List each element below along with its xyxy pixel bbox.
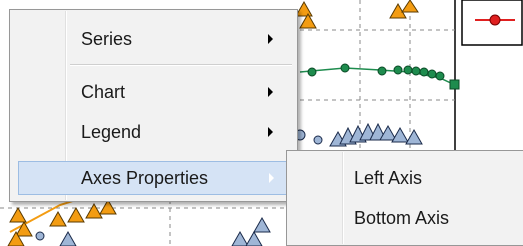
menu-item-axes-properties[interactable]: Axes Properties <box>18 161 296 195</box>
legend-marker <box>489 14 501 26</box>
menu-item-legend-label: Legend <box>81 122 142 142</box>
menu-item-axes-properties-label: Axes Properties <box>81 168 209 188</box>
axes-properties-submenu: Left Axis Bottom Axis <box>286 150 523 246</box>
submenu-item-left-axis[interactable]: Left Axis <box>289 161 523 195</box>
menu-item-chart[interactable]: Chart <box>12 75 293 109</box>
submenu-item-bottom-axis[interactable]: Bottom Axis <box>289 201 523 235</box>
submenu-arrow-icon <box>269 173 274 183</box>
menu-separator <box>70 64 292 66</box>
menu-item-legend[interactable]: Legend <box>12 115 293 149</box>
menu-item-series[interactable]: Series <box>12 22 293 56</box>
submenu-arrow-icon <box>268 87 273 97</box>
submenu-item-left-axis-label: Left Axis <box>354 168 423 188</box>
menu-item-series-label: Series <box>81 29 133 49</box>
submenu-arrow-icon <box>268 34 273 44</box>
chart-context-menu: Series Chart Legend Axes Properties <box>9 9 298 202</box>
submenu-item-bottom-axis-label: Bottom Axis <box>354 208 450 228</box>
menu-item-chart-label: Chart <box>81 82 126 102</box>
submenu-arrow-icon <box>268 127 273 137</box>
